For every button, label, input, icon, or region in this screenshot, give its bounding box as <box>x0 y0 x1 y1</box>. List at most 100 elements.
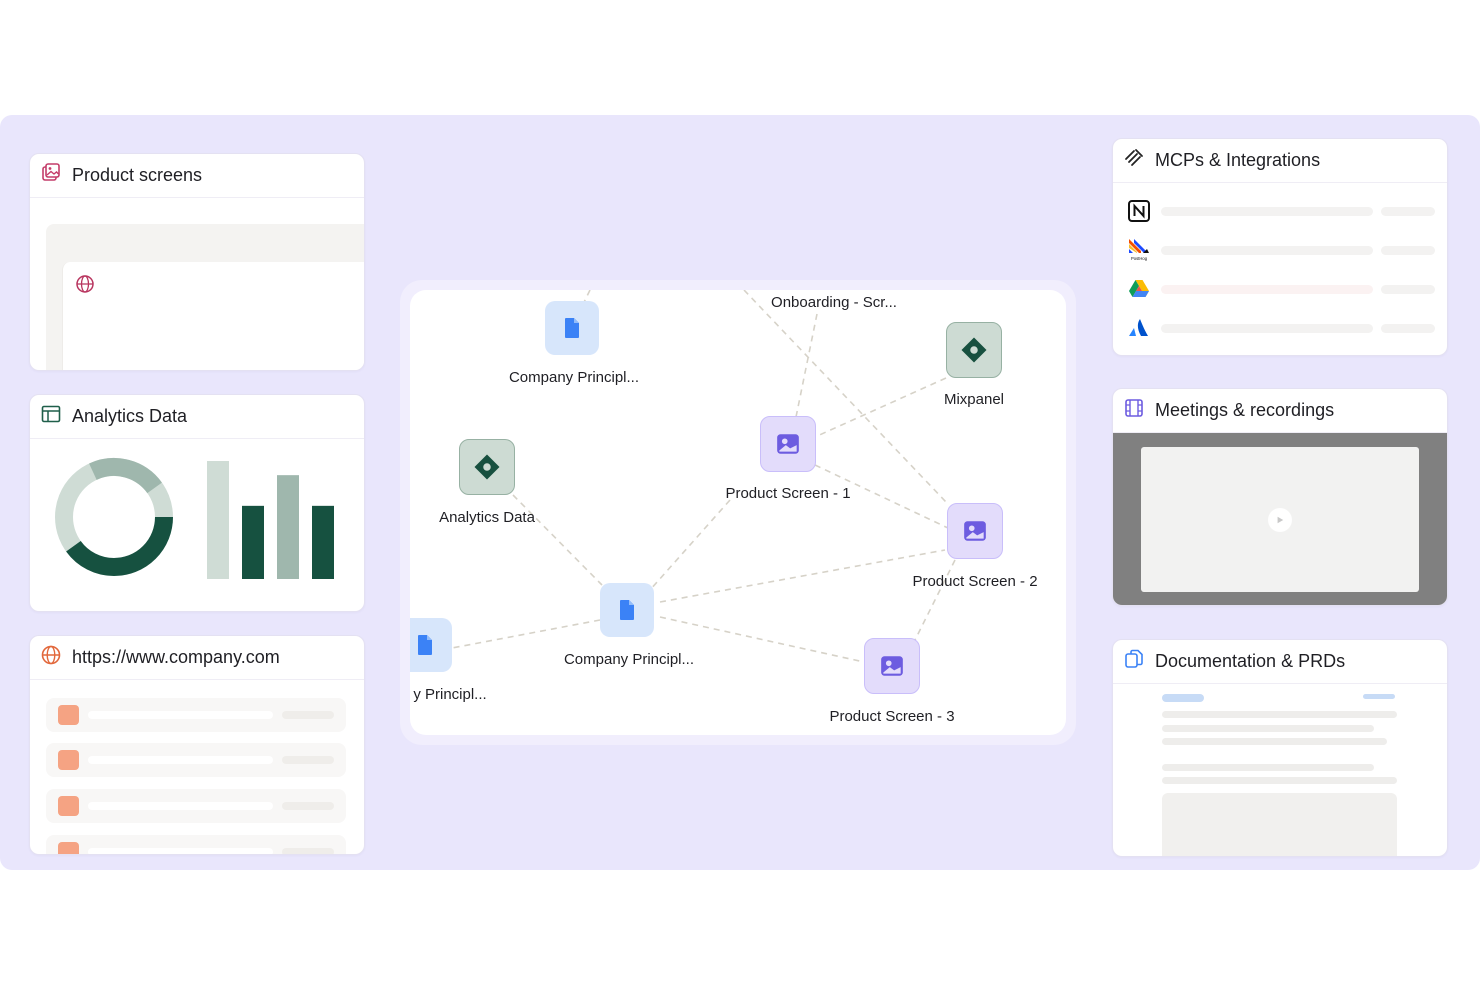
atlassian-logo-icon <box>1127 316 1151 340</box>
page-thumbnail <box>58 705 79 725</box>
browser-preview-frame <box>46 224 364 370</box>
integration-row-posthog[interactable]: PostHog <box>1127 238 1437 262</box>
placeholder-line <box>282 848 334 854</box>
placeholder-line <box>1161 285 1373 294</box>
placeholder-line <box>88 756 273 764</box>
document-node-icon[interactable] <box>410 618 452 672</box>
plug-icon <box>1123 147 1145 174</box>
image-icon <box>964 521 986 541</box>
placeholder-line <box>1161 324 1373 333</box>
list-item[interactable] <box>46 835 346 854</box>
knowledge-graph-panel: Company Principl... Onboarding - Scr... … <box>400 280 1076 745</box>
analytics-chart-graphic <box>55 458 334 579</box>
graph-edge <box>659 549 946 603</box>
mixpanel-node-icon[interactable] <box>946 322 1002 378</box>
video-frame <box>1141 447 1419 592</box>
graph-node-label: Product Screen - 2 <box>912 573 1038 590</box>
list-item[interactable] <box>46 743 346 777</box>
knowledge-graph[interactable]: Company Principl... Onboarding - Scr... … <box>410 290 1066 735</box>
analytics-data-card[interactable]: Analytics Data <box>29 394 365 612</box>
doc-text-line <box>1162 738 1387 745</box>
product-screens-title: Product screens <box>72 165 203 185</box>
placeholder-line <box>88 802 273 810</box>
image-icon <box>881 656 903 676</box>
graph-node-label: Product Screen - 1 <box>725 485 851 502</box>
list-item[interactable] <box>46 789 346 823</box>
integrations-card[interactable]: MCPs & Integrations PostHog <box>1112 138 1448 356</box>
product-screens-card[interactable]: Product screens <box>29 153 365 371</box>
bar <box>312 505 334 579</box>
document-icon <box>565 318 579 338</box>
document-icon <box>620 600 634 620</box>
graph-edge <box>914 559 956 641</box>
product-screen-node-icon[interactable] <box>864 638 920 694</box>
integration-row-google-drive[interactable] <box>1127 277 1437 301</box>
graph-edge <box>451 619 601 649</box>
integration-row-notion[interactable] <box>1127 199 1437 223</box>
browser-preview-page <box>62 262 364 370</box>
analytics-data-title: Analytics Data <box>72 406 188 426</box>
play-icon <box>1277 516 1284 524</box>
placeholder-line <box>88 711 273 719</box>
globe-icon <box>40 644 62 671</box>
meetings-title: Meetings & recordings <box>1155 400 1335 420</box>
analytics-charts <box>30 439 364 611</box>
graph-node-label: y Principl... <box>413 686 487 703</box>
placeholder-line <box>1381 324 1435 333</box>
graph-edge <box>795 313 818 418</box>
image-icon <box>777 434 799 454</box>
placeholder-line <box>282 711 334 719</box>
integration-row-atlassian[interactable] <box>1127 316 1437 340</box>
meetings-header: Meetings & recordings <box>1113 389 1447 433</box>
page-thumbnail <box>58 796 79 816</box>
graph-edge <box>649 499 731 591</box>
document-node-icon[interactable] <box>600 583 654 637</box>
notion-logo-icon <box>1127 199 1151 223</box>
diamond-icon <box>474 454 500 480</box>
placeholder-line <box>1381 207 1435 216</box>
diamond-icon <box>961 337 987 363</box>
graph-edge <box>814 377 947 438</box>
website-header: https://www.company.com <box>30 636 364 680</box>
document-icon <box>418 635 432 655</box>
website-url: https://www.company.com <box>72 647 280 667</box>
document-node-icon[interactable] <box>545 301 599 355</box>
analytics-data-header: Analytics Data <box>30 395 364 439</box>
play-button[interactable] <box>1268 508 1292 532</box>
product-screens-header: Product screens <box>30 154 364 198</box>
graph-node-label: Company Principl... <box>508 369 640 386</box>
doc-heading-placeholder <box>1162 694 1204 702</box>
graph-node-label: Analytics Data <box>439 509 535 526</box>
doc-text-line <box>1162 777 1397 784</box>
page-thumbnail <box>58 750 79 770</box>
posthog-wordmark: PostHog <box>1131 256 1148 261</box>
list-item[interactable] <box>46 698 346 732</box>
doc-text-line <box>1162 711 1397 718</box>
meetings-card[interactable]: Meetings & recordings <box>1112 388 1448 606</box>
doc-text-line <box>1162 764 1374 771</box>
bar <box>207 461 229 579</box>
placeholder-line <box>1381 246 1435 255</box>
page-thumbnail <box>58 842 79 854</box>
bar <box>242 505 264 579</box>
documentation-title: Documentation & PRDs <box>1155 651 1346 671</box>
website-card[interactable]: https://www.company.com <box>29 635 365 855</box>
analytics-node-icon[interactable] <box>459 439 515 495</box>
image-gallery-icon <box>40 162 62 189</box>
placeholder-line <box>88 848 273 854</box>
documents-icon <box>1123 648 1145 675</box>
product-screen-node-icon[interactable] <box>947 503 1003 559</box>
graph-node-label: Onboarding - Scr... <box>771 294 897 311</box>
film-icon <box>1123 397 1145 424</box>
posthog-logo-icon: PostHog <box>1127 238 1151 262</box>
product-screen-node-icon[interactable] <box>760 416 816 472</box>
documentation-card[interactable]: Documentation & PRDs <box>1112 639 1448 857</box>
placeholder-line <box>1161 207 1373 216</box>
graph-node-label: Company Principl... <box>563 651 695 668</box>
table-icon <box>40 403 62 430</box>
doc-text-line <box>1162 725 1374 732</box>
doc-image-placeholder <box>1162 793 1397 856</box>
graph-node-label: Mixpanel <box>943 391 1005 408</box>
video-player[interactable] <box>1113 433 1447 605</box>
placeholder-line <box>282 756 334 764</box>
